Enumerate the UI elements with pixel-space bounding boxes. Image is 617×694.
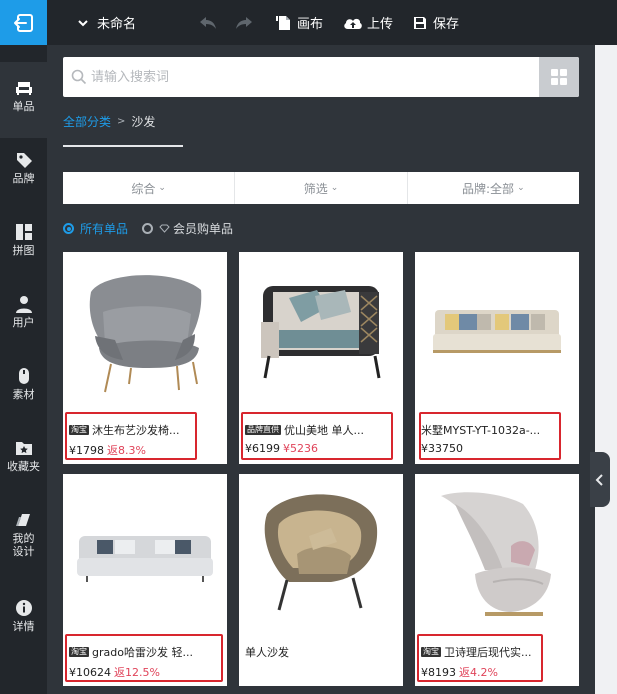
rail-item-material[interactable]: 素材 [0,366,47,406]
chevron-left-icon [595,473,603,486]
product-card[interactable]: 淘宝 沐生布艺沙发椅... ¥1798 返8.3% [63,252,227,464]
brand-dropdown[interactable]: 品牌:全部 ⌄ [408,172,579,204]
search-icon [71,69,87,85]
product-card[interactable]: 单人沙发 [239,474,403,686]
highlight-box [419,412,561,460]
search-bar [63,57,579,97]
rail-label: 我的设计 [12,532,35,558]
product-image-sofa [63,474,227,638]
product-image-armchair [415,474,579,638]
canvas-icon [276,15,290,30]
canvas-edge [595,45,617,694]
product-image-lounge-chair [239,474,403,638]
redo-button[interactable] [235,0,253,45]
highlight-box [417,634,543,682]
tag-icon [16,153,32,168]
design-icon [15,514,30,526]
rail-label: 详情 [12,620,35,633]
chevron-down-icon: ⌄ [158,183,166,193]
diamond-icon [159,224,170,233]
collapse-panel-button[interactable] [590,452,610,507]
radio-label: 会员购单品 [173,222,234,236]
product-card[interactable]: 品牌直供 优山美地 单人... ¥6199 ¥5236 [239,252,403,464]
rail-item-user[interactable]: 用户 [0,294,47,334]
mouse-icon [18,368,29,384]
chevron-down-icon: ⌄ [517,183,525,193]
product-scope-radios: 所有单品 会员购单品 [63,220,247,237]
back-button[interactable] [0,0,47,45]
product-info: 单人沙发 [239,638,403,686]
grid-icon [551,69,567,85]
document-title: 未命名 [97,17,137,32]
rail-item-collage[interactable]: 拼图 [0,222,47,262]
product-card[interactable]: 淘宝 grado哈雷沙发 轻... ¥10624 返12.5% [63,474,227,686]
save-icon [414,16,426,29]
product-panel: 全部分类 > 沙发 综合⌄ 筛选⌄ 品牌:全部⌄ 所有单品 会员购单品 [47,45,595,694]
breadcrumb-separator: > [117,116,126,127]
app-window: 单品 品牌 拼图 用户 素材 收藏夹 我的设计 详情 未命名 画布 上传 保存 … [0,0,617,694]
highlight-box [65,634,223,682]
chevron-down-icon [78,19,88,26]
user-icon [15,296,32,313]
canvas-label: 画布 [297,17,324,32]
rail-item-my-design[interactable]: 我的设计 [0,510,47,566]
layout-icon [15,224,32,240]
filter-label: 品牌:全部 [462,181,515,196]
radio-dot [142,223,154,234]
breadcrumb-root[interactable]: 全部分类 [63,113,111,130]
breadcrumb: 全部分类 > 沙发 [63,113,155,130]
rail-label: 拼图 [12,244,35,257]
exit-icon [12,13,33,32]
filter-label: 筛选 [303,181,328,196]
grid-view-button[interactable] [539,57,579,97]
filter-label: 综合 [131,181,156,196]
radio-all-items[interactable]: 所有单品 [63,220,128,237]
breadcrumb-underline [63,145,183,147]
product-image-armchair [239,252,403,416]
rail-label: 单品 [12,100,35,113]
info-icon [15,600,32,616]
rail-item-favorites[interactable]: 收藏夹 [0,438,47,478]
top-toolbar: 未命名 画布 上传 保存 [47,0,617,45]
save-button[interactable]: 保存 [413,0,459,45]
filter-dropdown[interactable]: 筛选 ⌄ [235,172,408,204]
radio-label: 所有单品 [80,222,129,236]
product-image-sofa [415,252,579,416]
product-card[interactable]: 淘宝 卫诗理后现代实... ¥8193 返4.2% [415,474,579,686]
upload-label: 上传 [367,17,394,32]
undo-button[interactable] [199,0,217,45]
rail-item-details[interactable]: 详情 [0,598,47,638]
redo-icon [236,16,252,29]
document-title-menu[interactable]: 未命名 [77,0,136,45]
rail-label: 收藏夹 [7,460,40,473]
highlight-box [241,412,393,460]
product-image-armchair [63,252,227,416]
rail-label: 用户 [12,316,35,329]
chevron-down-icon: ⌄ [330,183,339,193]
left-rail: 单品 品牌 拼图 用户 素材 收藏夹 我的设计 详情 [0,0,47,694]
filter-bar: 综合 ⌄ 筛选 ⌄ 品牌:全部 ⌄ [63,172,579,204]
rail-item-brand[interactable]: 品牌 [0,150,47,190]
radio-dot [63,223,74,234]
product-name: 单人沙发 [245,646,289,659]
rail-label: 素材 [12,388,35,401]
radio-member-items[interactable]: 会员购单品 [142,220,233,237]
sofa-icon [15,82,32,95]
star-folder-icon [15,442,32,455]
cloud-upload-icon [344,18,362,29]
rail-label: 品牌 [12,172,35,185]
breadcrumb-current: 沙发 [131,115,156,129]
product-card[interactable]: 米墅MYST-YT-1032a-... ¥33750 [415,252,579,464]
sort-dropdown[interactable]: 综合 ⌄ [63,172,236,204]
undo-icon [200,16,216,29]
search-input[interactable] [91,57,531,97]
highlight-box [65,412,197,460]
upload-button[interactable]: 上传 [343,0,393,45]
save-label: 保存 [433,17,460,32]
canvas-button[interactable]: 画布 [276,0,323,45]
rail-item-single[interactable]: 单品 [0,62,47,138]
